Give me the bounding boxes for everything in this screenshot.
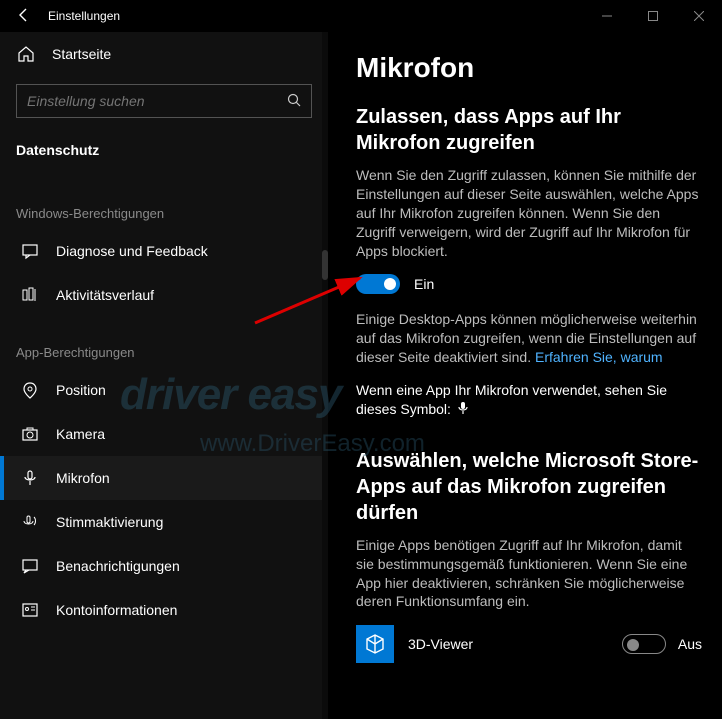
- app-3dviewer-toggle-label: Aus: [678, 636, 702, 652]
- sidebar-item-camera[interactable]: Kamera: [0, 412, 328, 456]
- sidebar-category: Datenschutz: [0, 126, 328, 170]
- close-button[interactable]: [676, 0, 722, 32]
- sidebar-item-label: Diagnose und Feedback: [56, 243, 208, 259]
- microphone-indicator-icon: [457, 401, 469, 420]
- search-input[interactable]: [27, 93, 287, 109]
- sidebar-home[interactable]: Startseite: [0, 32, 328, 76]
- app-3dviewer-toggle[interactable]: [622, 634, 666, 654]
- sidebar-item-label: Aktivitätsverlauf: [56, 287, 154, 303]
- section-allow-title: Zulassen, dass Apps auf Ihr Mikrofon zug…: [356, 104, 702, 156]
- in-use-note: Wenn eine App Ihr Mikrofon verwendet, se…: [356, 381, 702, 420]
- account-icon: [20, 601, 40, 619]
- sidebar-item-label: Position: [56, 382, 106, 398]
- learn-why-link[interactable]: Erfahren Sie, warum: [535, 349, 663, 365]
- sidebar-item-label: Benachrichtigungen: [56, 558, 180, 574]
- sidebar-item-account[interactable]: Kontoinformationen: [0, 588, 328, 632]
- page-title: Mikrofon: [356, 52, 702, 84]
- maximize-button[interactable]: [630, 0, 676, 32]
- section-store-body: Einige Apps benötigen Zugriff auf Ihr Mi…: [356, 536, 702, 612]
- location-icon: [20, 381, 40, 399]
- sidebar-item-label: Mikrofon: [56, 470, 110, 486]
- sidebar-item-position[interactable]: Position: [0, 368, 328, 412]
- window-title: Einstellungen: [48, 9, 120, 23]
- voice-activation-icon: [20, 513, 40, 531]
- sidebar-item-label: Stimmaktivierung: [56, 514, 163, 530]
- sidebar-item-microphone[interactable]: Mikrofon: [0, 456, 328, 500]
- search-icon: [287, 93, 301, 110]
- desktop-apps-note: Einige Desktop-Apps können möglicherweis…: [356, 310, 702, 367]
- main-content: Mikrofon Zulassen, dass Apps auf Ihr Mik…: [328, 32, 722, 719]
- sidebar-home-label: Startseite: [52, 46, 111, 62]
- sidebar-item-label: Kontoinformationen: [56, 602, 177, 618]
- notifications-icon: [20, 557, 40, 575]
- section-header-windows: Windows-Berechtigungen: [0, 178, 328, 229]
- sidebar-scrollbar-thumb[interactable]: [322, 250, 328, 280]
- app-icon-3dviewer: [356, 625, 394, 663]
- home-icon: [16, 45, 36, 63]
- sidebar-scrollbar-track: [322, 32, 328, 719]
- sidebar-item-label: Kamera: [56, 426, 105, 442]
- activity-icon: [20, 286, 40, 304]
- sidebar: Startseite Datenschutz Windows-Berechtig…: [0, 32, 328, 719]
- search-box[interactable]: [16, 84, 312, 118]
- section-store-title: Auswählen, welche Microsoft Store-Apps a…: [356, 448, 702, 526]
- app-name: 3D-Viewer: [408, 636, 608, 652]
- camera-icon: [20, 425, 40, 443]
- allow-apps-toggle-label: Ein: [414, 276, 434, 292]
- section-header-app: App-Berechtigungen: [0, 317, 328, 368]
- feedback-icon: [20, 242, 40, 260]
- title-bar: Einstellungen: [0, 0, 722, 32]
- back-button[interactable]: [0, 7, 48, 26]
- app-row-3dviewer: 3D-Viewer Aus: [356, 625, 702, 663]
- allow-apps-toggle[interactable]: [356, 274, 400, 294]
- sidebar-item-voice[interactable]: Stimmaktivierung: [0, 500, 328, 544]
- microphone-icon: [20, 469, 40, 487]
- section-allow-body: Wenn Sie den Zugriff zulassen, können Si…: [356, 166, 702, 260]
- sidebar-item-notifications[interactable]: Benachrichtigungen: [0, 544, 328, 588]
- sidebar-item-diagnose[interactable]: Diagnose und Feedback: [0, 229, 328, 273]
- sidebar-item-activity[interactable]: Aktivitätsverlauf: [0, 273, 328, 317]
- minimize-button[interactable]: [584, 0, 630, 32]
